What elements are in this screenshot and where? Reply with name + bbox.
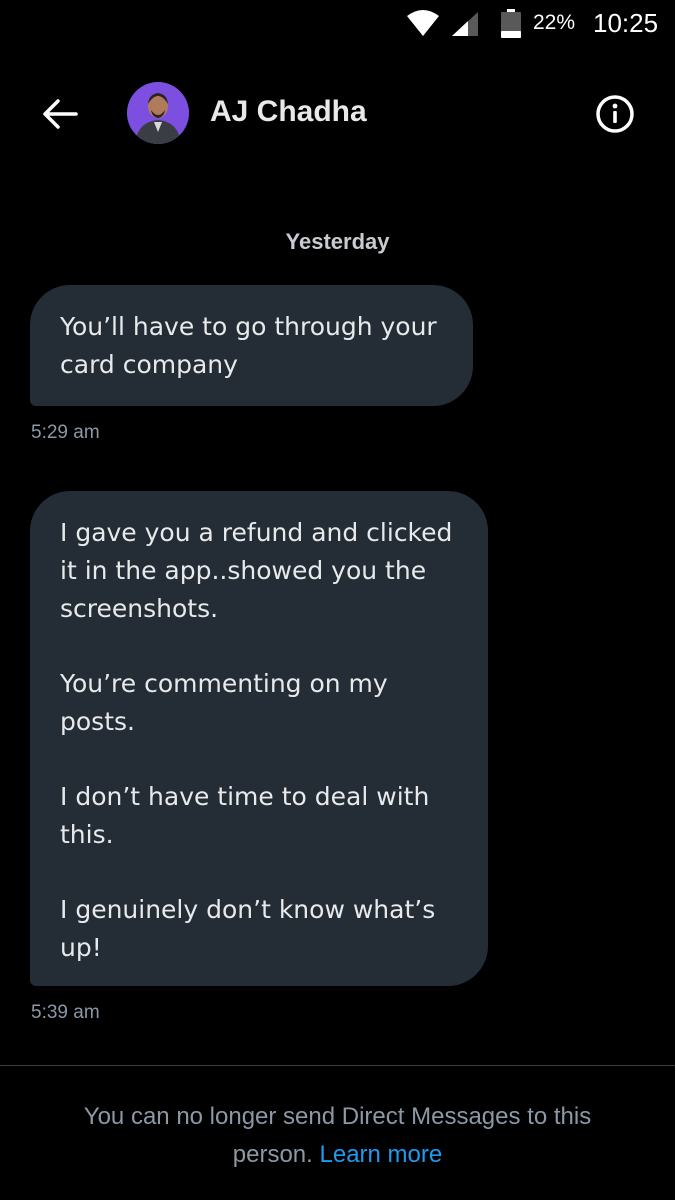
date-divider: Yesterday [285, 229, 390, 254]
back-arrow-icon[interactable] [38, 92, 82, 136]
message-line: it in the app..showed you the [60, 556, 427, 585]
notice-line-1: You can no longer send Direct Messages t… [83, 1103, 592, 1130]
contact-name[interactable]: AJ Chadha [210, 95, 367, 129]
message-line: I genuinely don’t know what’s [60, 895, 436, 924]
message-line: screenshots. [60, 594, 219, 623]
footer-divider [0, 1065, 675, 1066]
battery-percentage: 22% [533, 11, 576, 34]
wifi-icon [407, 10, 439, 36]
message-bubble[interactable]: I gave you a refund and clicked it in th… [30, 491, 488, 986]
notice-line-2: person. [232, 1141, 313, 1168]
battery-icon [501, 9, 521, 38]
status-clock: 10:25 [593, 8, 659, 38]
message-line: I gave you a refund and clicked [60, 518, 453, 547]
avatar-person-icon [127, 82, 189, 144]
message-line: card company [60, 350, 238, 379]
avatar[interactable] [127, 82, 189, 144]
dm-disabled-notice: You can no longer send Direct Messages t… [40, 1098, 635, 1174]
message-line: posts. [60, 707, 135, 736]
info-icon[interactable] [595, 94, 635, 134]
message-line: You’ll have to go through your [60, 312, 437, 341]
message-line: this. [60, 820, 114, 849]
message-bubble[interactable]: You’ll have to go through your card comp… [30, 285, 473, 406]
message-line: You’re commenting on my [60, 669, 388, 698]
learn-more-link[interactable]: Learn more [320, 1141, 443, 1168]
message-timestamp: 5:39 am [31, 1002, 100, 1023]
message-line: I don’t have time to deal with [60, 782, 430, 811]
status-bar: 22% 10:25 [0, 0, 675, 46]
signal-icon [452, 12, 478, 36]
message-line: up! [60, 933, 102, 962]
message-timestamp: 5:29 am [31, 422, 100, 443]
